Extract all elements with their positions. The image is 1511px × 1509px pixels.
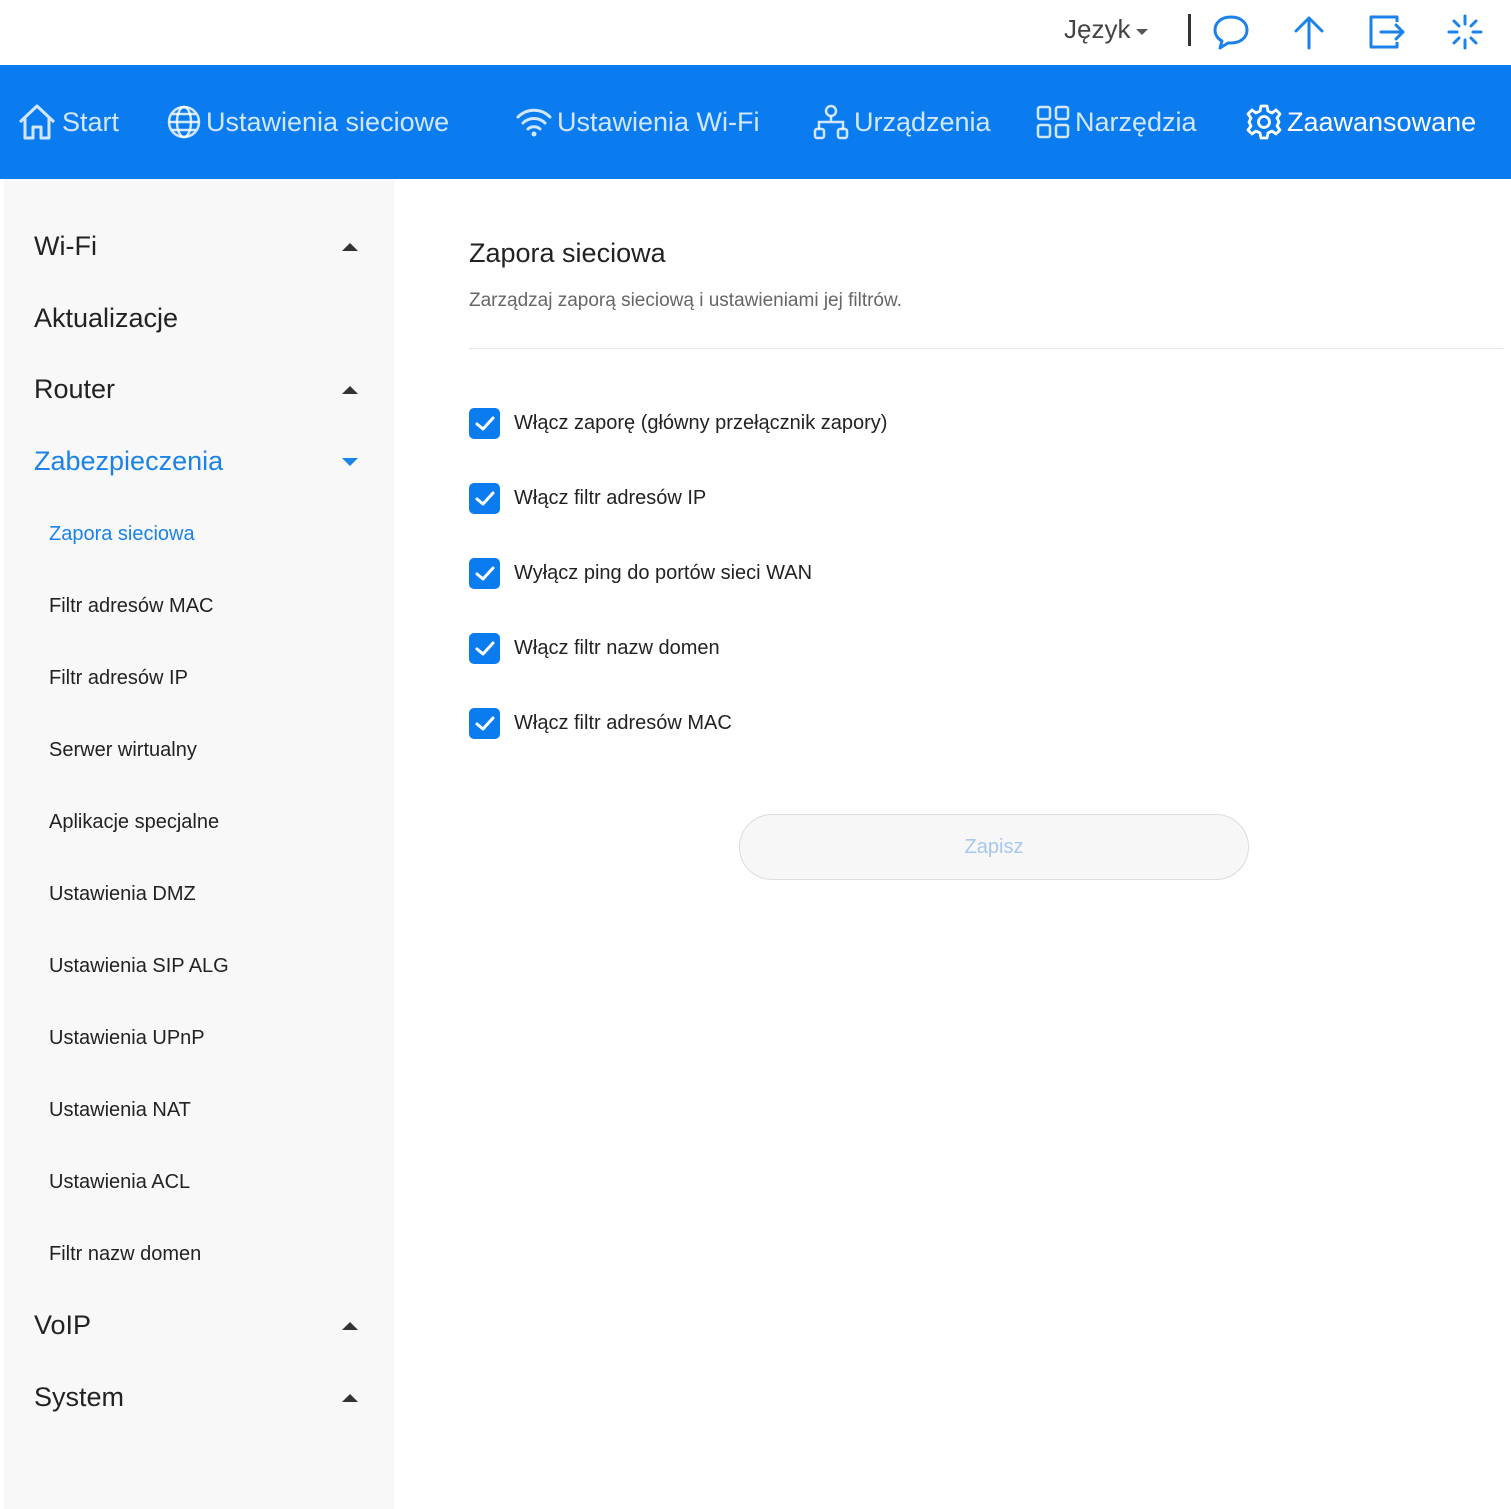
option-enable-mac-filter[interactable]: Włącz filtr adresów MAC [469, 708, 732, 739]
checkmark-icon [475, 491, 494, 505]
nav-advanced-label: Zaawansowane [1287, 106, 1477, 137]
caret-up-icon [342, 242, 358, 251]
sidebar-item-dmz[interactable]: Ustawienia DMZ [49, 883, 196, 906]
separator [1188, 14, 1191, 46]
sidebar-group-label: VoIP [34, 1310, 92, 1340]
nav-start-label: Start [62, 106, 120, 137]
sidebar-group-voip[interactable]: VoIP [34, 1310, 364, 1341]
sidebar-item-ip-filter[interactable]: Filtr adresów IP [49, 667, 188, 690]
language-selector[interactable]: Język [1064, 14, 1149, 45]
sidebar-item-virtual-server[interactable]: Serwer wirtualny [49, 739, 197, 762]
nav-start[interactable]: Start [16, 65, 119, 179]
sidebar-group-label: Zabezpieczenia [34, 446, 224, 476]
language-label: Język [1064, 14, 1131, 44]
option-label: Włącz filtr adresów MAC [514, 712, 732, 734]
chevron-down-icon [1136, 28, 1149, 35]
sidebar-group-updates[interactable]: Aktualizacje [34, 303, 364, 334]
sidebar-group-router[interactable]: Router [34, 374, 364, 405]
sidebar-group-label: Router [34, 374, 116, 404]
sidebar-item-mac-filter[interactable]: Filtr adresów MAC [49, 595, 213, 618]
nav-network-settings[interactable]: Ustawienia sieciowe [166, 65, 449, 179]
caret-up-icon [342, 1393, 358, 1402]
sidebar-item-firewall[interactable]: Zapora sieciowa [49, 523, 195, 546]
sidebar-group-label: Aktualizacje [34, 303, 179, 333]
nav-devices-label: Urządzenia [854, 106, 991, 137]
page-title: Zapora sieciowa [469, 238, 666, 268]
logout-icon[interactable] [1367, 12, 1407, 52]
option-disable-wan-ping[interactable]: Wyłącz ping do portów sieci WAN [469, 558, 812, 589]
checkbox-checked[interactable] [469, 483, 500, 514]
checkbox-checked[interactable] [469, 708, 500, 739]
caret-up-icon [342, 1321, 358, 1330]
tools-grid-icon [1036, 105, 1070, 139]
checkmark-icon [475, 716, 494, 730]
option-label: Włącz filtr nazw domen [514, 637, 720, 659]
sidebar-group-label: Wi-Fi [34, 231, 97, 261]
sidebar-group-security[interactable]: Zabezpieczenia [34, 446, 364, 477]
divider [469, 348, 1503, 349]
sidebar: Wi-Fi Aktualizacje Router Zabezpieczenia… [4, 179, 394, 1509]
checkbox-checked[interactable] [469, 558, 500, 589]
caret-up-icon [342, 385, 358, 394]
sidebar-item-acl[interactable]: Ustawienia ACL [49, 1171, 190, 1194]
nav-devices[interactable]: Urządzenia [812, 65, 991, 179]
chat-icon[interactable] [1211, 12, 1251, 52]
loading-icon[interactable] [1445, 12, 1485, 52]
sidebar-item-nat[interactable]: Ustawienia NAT [49, 1099, 191, 1122]
checkmark-icon [475, 566, 494, 580]
option-label: Wyłącz ping do portów sieci WAN [514, 562, 813, 584]
page-description: Zarządzaj zaporą sieciową i ustawieniami… [469, 290, 902, 311]
upload-arrow-icon[interactable] [1289, 12, 1329, 52]
nav-wifi-settings[interactable]: Ustawienia Wi-Fi [515, 65, 760, 179]
sidebar-item-sip-alg[interactable]: Ustawienia SIP ALG [49, 955, 229, 978]
nav-tools-label: Narzędzia [1075, 106, 1197, 137]
sidebar-group-label: System [34, 1382, 125, 1412]
caret-down-icon [342, 457, 358, 466]
devices-icon [813, 104, 849, 140]
save-button[interactable]: Zapisz [739, 814, 1249, 880]
gear-icon [1246, 104, 1282, 140]
option-enable-ip-filter[interactable]: Włącz filtr adresów IP [469, 483, 706, 514]
nav-network-settings-label: Ustawienia sieciowe [206, 106, 450, 137]
sidebar-item-domain-filter[interactable]: Filtr nazw domen [49, 1243, 201, 1266]
sidebar-group-wifi[interactable]: Wi-Fi [34, 231, 364, 262]
wifi-icon [516, 108, 552, 137]
top-utility-bar: Język [0, 0, 1511, 65]
sidebar-group-system[interactable]: System [34, 1382, 364, 1413]
main-nav: Start Ustawienia sieciowe Ustawienia Wi-… [0, 65, 1511, 179]
globe-icon [167, 105, 201, 139]
home-icon [18, 104, 56, 140]
option-enable-firewall[interactable]: Włącz zaporę (główny przełącznik zapory) [469, 408, 887, 439]
sidebar-item-special-apps[interactable]: Aplikacje specjalne [49, 811, 219, 834]
nav-wifi-settings-label: Ustawienia Wi-Fi [557, 106, 760, 137]
option-enable-domain-filter[interactable]: Włącz filtr nazw domen [469, 633, 720, 664]
option-label: Włącz filtr adresów IP [514, 487, 707, 509]
nav-advanced[interactable]: Zaawansowane [1245, 65, 1476, 179]
sidebar-item-upnp[interactable]: Ustawienia UPnP [49, 1027, 205, 1050]
option-label: Włącz zaporę (główny przełącznik zapory) [514, 412, 888, 434]
checkmark-icon [475, 641, 494, 655]
checkbox-checked[interactable] [469, 408, 500, 439]
nav-tools[interactable]: Narzędzia [1035, 65, 1197, 179]
checkmark-icon [475, 416, 494, 430]
checkbox-checked[interactable] [469, 633, 500, 664]
